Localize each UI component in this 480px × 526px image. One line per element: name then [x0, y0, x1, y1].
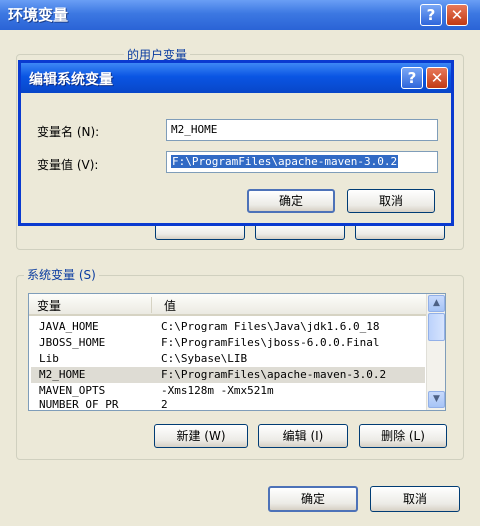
system-new-button[interactable]: 新建 (W)	[154, 424, 248, 448]
variable-value-value: F:\ProgramFiles\apache-maven-3.0.2	[171, 155, 399, 168]
var-name: M2_HOME	[39, 368, 86, 381]
column-header-value[interactable]: 值	[151, 297, 176, 313]
dialog-cancel-button[interactable]: 取消	[347, 189, 435, 213]
variable-value-input[interactable]: F:\ProgramFiles\apache-maven-3.0.2	[166, 151, 438, 173]
variable-value-label: 变量值 (V):	[37, 158, 99, 172]
outer-close-button[interactable]: ✕	[446, 4, 468, 26]
system-delete-button[interactable]: 删除 (L)	[359, 424, 447, 448]
variable-name-value: M2_HOME	[171, 123, 218, 136]
var-value: F:\ProgramFiles\jboss-6.0.0.Final	[161, 336, 380, 349]
list-scrollbar[interactable]: ▲ ▼	[426, 294, 445, 410]
column-header-variable[interactable]: 变量	[37, 297, 61, 314]
var-value: F:\ProgramFiles\apache-maven-3.0.2	[161, 368, 387, 381]
variable-name-input[interactable]: M2_HOME	[166, 119, 438, 141]
var-name: JAVA_HOME	[39, 320, 99, 333]
list-item[interactable]: JAVA_HOME C:\Program Files\Java\jdk1.6.0…	[31, 319, 425, 335]
list-item[interactable]: MAVEN_OPTS -Xms128m -Xmx521m	[31, 383, 425, 399]
outer-ok-button[interactable]: 确定	[268, 486, 358, 512]
variable-name-label: 变量名 (N):	[37, 125, 100, 139]
list-item[interactable]: NUMBER_OF_PR 2	[31, 399, 425, 409]
list-header: 变量 值	[29, 294, 426, 316]
system-vars-list[interactable]: 变量 值 JAVA_HOME C:\Program Files\Java\jdk…	[28, 293, 446, 411]
var-value: C:\Sybase\LIB	[161, 352, 248, 365]
outer-title-bar[interactable]: 环境变量 ? ✕	[0, 0, 480, 30]
outer-cancel-button[interactable]: 取消	[370, 486, 460, 512]
var-name: MAVEN_OPTS	[39, 384, 106, 397]
list-item[interactable]: JBOSS_HOME F:\ProgramFiles\jboss-6.0.0.F…	[31, 335, 425, 351]
var-value: C:\Program Files\Java\jdk1.6.0_18	[161, 320, 380, 333]
list-item[interactable]: Lib C:\Sybase\LIB	[31, 351, 425, 367]
dialog-close-button[interactable]: ✕	[426, 67, 448, 89]
var-value: 2	[161, 399, 168, 409]
list-item-selected[interactable]: M2_HOME F:\ProgramFiles\apache-maven-3.0…	[31, 367, 425, 383]
dialog-help-button[interactable]: ?	[401, 67, 423, 89]
dialog-ok-button[interactable]: 确定	[247, 189, 335, 213]
var-name: NUMBER_OF_PR	[39, 399, 119, 409]
dialog-title-bar[interactable]: 编辑系统变量 ? ✕	[21, 63, 451, 93]
var-name: Lib	[39, 352, 59, 365]
system-edit-button[interactable]: 编辑 (I)	[258, 424, 348, 448]
edit-system-variable-dialog: 编辑系统变量 ? ✕ 变量名 (N): M2_HOME 变量值 (V): F:\…	[18, 60, 454, 226]
system-vars-label: 系统变量 (S)	[24, 266, 99, 283]
outer-window-title: 环境变量	[8, 6, 69, 24]
scroll-down-icon[interactable]: ▼	[428, 391, 445, 408]
scroll-thumb[interactable]	[428, 313, 445, 341]
outer-help-button[interactable]: ?	[420, 4, 442, 26]
var-value: -Xms128m -Xmx521m	[161, 384, 274, 397]
scroll-up-icon[interactable]: ▲	[428, 295, 445, 312]
var-name: JBOSS_HOME	[39, 336, 106, 349]
dialog-title: 编辑系统变量	[29, 72, 113, 88]
